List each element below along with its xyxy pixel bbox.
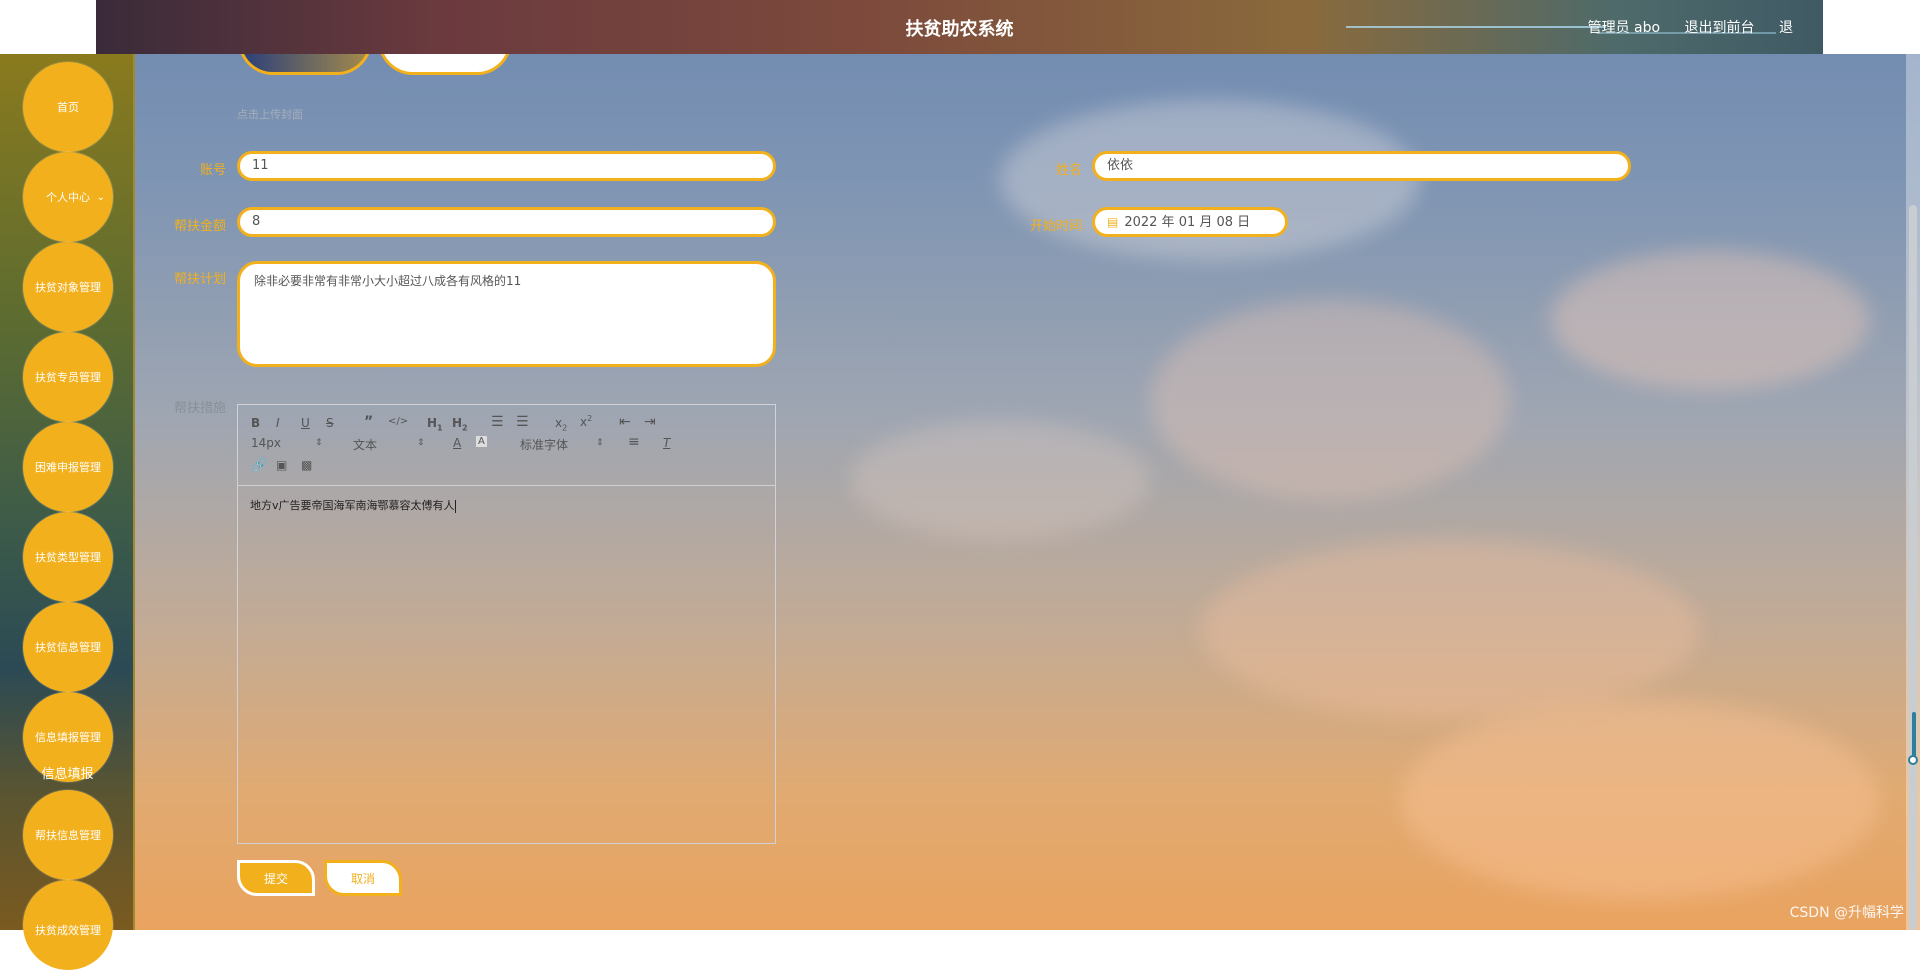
outdent-icon[interactable]: ⇤ [619,414,631,430]
cloud [1200,540,1700,720]
font-color-icon[interactable]: A [453,436,461,450]
font-size-select[interactable]: 14px ⇕ [251,436,323,450]
header-actions: 管理员 abo 退出到前台 退 [1568,17,1793,37]
block-type-select[interactable]: 文本 ⇕ [353,436,425,453]
bullet-list-icon[interactable]: ☰ [516,414,529,430]
ordered-list-icon[interactable]: ☰ [491,414,504,430]
font-family-select[interactable]: 标准字体 ⇕ [520,436,604,453]
sidebar-item-label: 扶贫类型管理 [35,551,101,564]
code-icon[interactable]: </> [388,416,408,427]
name-input[interactable]: 依依 [1092,151,1631,181]
watermark: CSDN @升幅科学 [1789,905,1904,921]
sidebar-item-label: 扶贫信息管理 [35,641,101,654]
sidebar-item-hardship-report[interactable]: 困难申报管理 [23,422,113,512]
cloud [1550,250,1870,390]
sidebar-item-label: 帮扶信息管理 [35,829,101,842]
chevron-down-icon: ⇕ [596,438,604,448]
link-icon[interactable]: 🔗 [251,458,267,473]
sidebar-item-label: 个人中心 [46,191,90,204]
italic-icon[interactable]: I [276,416,280,430]
cancel-button[interactable]: 取消 [324,860,402,896]
underline-icon[interactable]: U [301,416,310,430]
chevron-down-icon: ⇕ [417,438,425,448]
h2-icon[interactable]: H2 [452,416,468,432]
app-title: 扶贫助农系统 [905,19,1014,40]
sidebar-item-poverty-type[interactable]: 扶贫类型管理 [23,512,113,602]
superscript-icon[interactable]: x2 [580,414,592,429]
cloud [850,420,1150,540]
account-input[interactable]: 11 [237,151,776,181]
video-icon[interactable]: ▩ [301,458,312,472]
zoom-slider-handle[interactable] [1908,755,1918,765]
sidebar-edge [133,54,135,930]
editor-toolbar: B I U S ” </> H1 H2 ☰ ☰ x2 x2 ⇤ ⇥ 14px ⇕… [238,405,775,486]
strike-icon[interactable]: S [326,416,334,430]
chevron-down-icon: ⌄ [96,191,105,203]
sidebar-item-home[interactable]: 首页 [23,62,113,152]
sidebar-submenu-info-report[interactable]: 信息填报 [0,763,135,782]
page-scrollbar[interactable] [1906,0,1920,930]
rich-text-editor: B I U S ” </> H1 H2 ☰ ☰ x2 x2 ⇤ ⇥ 14px ⇕… [237,404,776,844]
start-time-label: 开始时间 [1029,219,1082,234]
quote-icon[interactable]: ” [364,414,373,430]
sidebar-item-help-info[interactable]: 帮扶信息管理 [23,790,113,880]
account-label: 账号 [199,163,226,178]
sidebar-item-poverty-target[interactable]: 扶贫对象管理 [23,242,113,332]
h1-icon[interactable]: H1 [427,416,443,432]
scrollbar-thumb[interactable] [1909,205,1917,930]
header-left-blank [0,0,96,54]
top-header: 扶贫助农系统 管理员 abo 退出到前台 退 [96,0,1823,54]
admin-user-label[interactable]: 管理员 abo [1588,20,1660,36]
cloud [1150,300,1510,500]
font-size-value: 14px [251,436,281,450]
text-cursor [454,499,456,513]
chevron-down-icon: ⇕ [315,438,323,448]
font-family-value: 标准字体 [520,438,569,452]
calendar-icon: ▤ [1107,215,1119,229]
editor-content[interactable]: 地方v广告要帝国海军南海鄂慕容太傅有人 [250,497,456,513]
upload-hint: 点击上传封面 [237,108,303,121]
start-time-value: 2022 年 01 月 08 日 [1124,215,1251,230]
amount-label: 帮扶金额 [173,219,226,234]
amount-input[interactable]: 8 [237,207,776,237]
sidebar-item-label: 扶贫专员管理 [35,371,101,384]
start-time-picker[interactable]: ▤ 2022 年 01 月 08 日 [1092,207,1288,237]
sidebar-item-poverty-officer[interactable]: 扶贫专员管理 [23,332,113,422]
name-label: 姓名 [1055,163,1082,178]
exit-to-front-link[interactable]: 退出到前台 [1685,20,1755,36]
sidebar-item-label: 扶贫成效管理 [35,924,101,937]
sidebar-item-label: 信息填报管理 [35,731,101,744]
sidebar-item-personal-center[interactable]: 个人中心 ⌄ [23,152,113,242]
sidebar-item-poverty-info[interactable]: 扶贫信息管理 [23,602,113,692]
cloud [1400,700,1880,900]
bold-icon[interactable]: B [251,416,260,430]
submit-button[interactable]: 提交 [237,860,315,896]
editor-text: 地方v广告要帝国海军南海鄂慕容太傅有人 [250,499,455,512]
sidebar-item-label: 扶贫对象管理 [35,281,101,294]
plan-textarea[interactable]: 除非必要非常有非常小大小超过八成各有风格的11 [237,261,776,367]
background-color-icon[interactable]: A [476,436,487,447]
measures-label: 帮扶措施 [173,401,226,416]
logout-link-partial[interactable]: 退 [1779,20,1793,36]
sidebar-item-poverty-results[interactable]: 扶贫成效管理 [23,880,113,970]
subscript-icon[interactable]: x2 [555,416,567,432]
indent-icon[interactable]: ⇥ [644,414,656,430]
clear-format-icon[interactable]: T [663,436,670,450]
sidebar-item-label: 困难申报管理 [35,461,101,474]
block-type-value: 文本 [353,438,378,452]
plan-label: 帮扶计划 [173,272,226,287]
image-icon[interactable]: ▣ [276,458,287,472]
sidebar-item-label: 首页 [57,101,79,114]
align-icon[interactable]: ≡ [628,434,640,450]
header-right-blank [1823,0,1920,54]
